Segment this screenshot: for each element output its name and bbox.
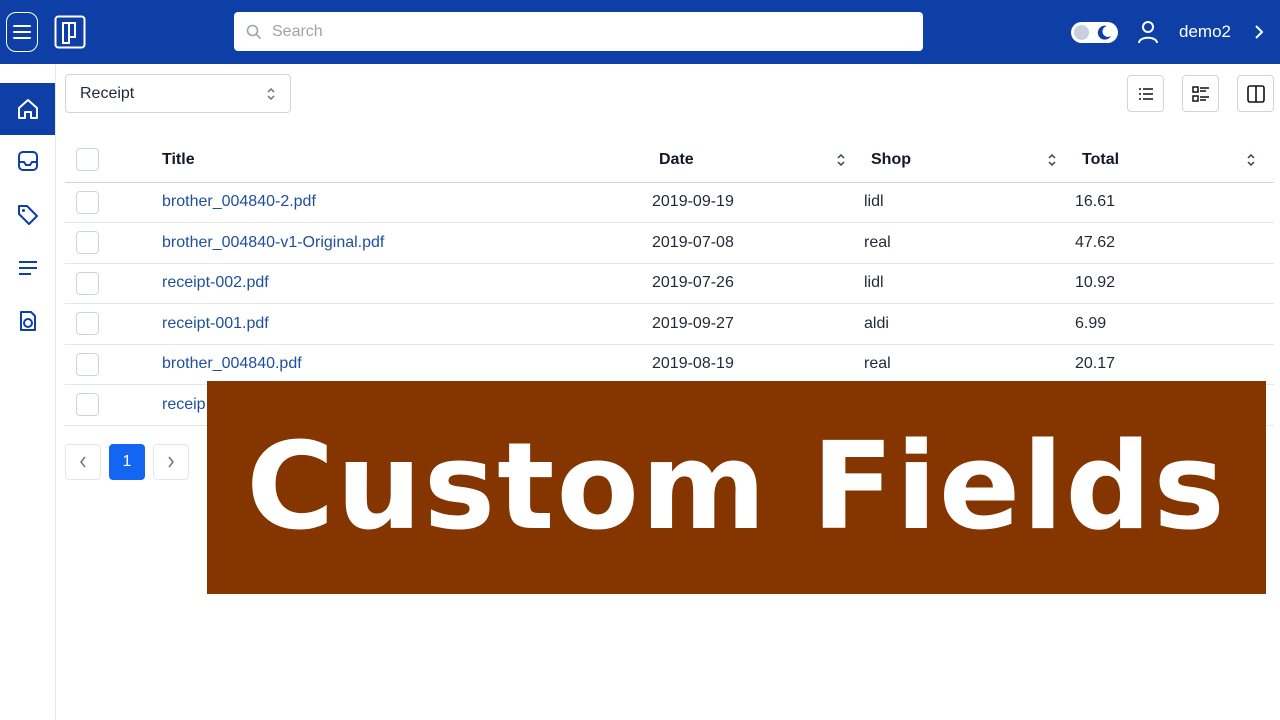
home-icon — [17, 99, 38, 119]
sidebar-item-document-types[interactable] — [0, 295, 55, 347]
column-header-shop-label: Shop — [871, 150, 911, 168]
row-checkbox[interactable] — [76, 190, 99, 214]
column-header-total[interactable]: Total — [1075, 138, 1274, 182]
document-date: 2019-07-26 — [652, 274, 734, 292]
sidebar-item-tags[interactable] — [0, 189, 55, 241]
table-row[interactable]: brother_004840-v1-Original.pdf 2019-07-0… — [65, 223, 1274, 263]
columns-view-button[interactable] — [1237, 75, 1274, 112]
columns-icon — [1246, 84, 1265, 103]
chevron-left-icon — [80, 456, 86, 468]
table-row[interactable]: receipt-002.pdf 2019-07-26 lidl 10.92 — [65, 263, 1274, 304]
title-banner: Custom Fields — [207, 381, 1266, 594]
toggle-knob — [1074, 25, 1089, 40]
document-title-link[interactable]: receipt-002.pdf — [162, 274, 269, 291]
list-view-icon — [1138, 87, 1153, 100]
user-icon[interactable] — [1137, 20, 1159, 44]
document-shop: real — [864, 355, 891, 373]
search-input[interactable] — [272, 22, 872, 41]
document-date: 2019-07-08 — [652, 233, 734, 251]
page-button-current[interactable]: 1 — [109, 444, 145, 480]
document-title-link[interactable]: brother_004840-2.pdf — [162, 193, 316, 210]
banner-text: Custom Fields — [246, 418, 1227, 557]
row-checkbox[interactable] — [76, 271, 99, 295]
document-total: 16.61 — [1075, 193, 1116, 211]
table-row[interactable]: brother_004840.pdf 2019-08-19 real 20.17 — [65, 344, 1274, 385]
search-box[interactable] — [234, 12, 923, 51]
sort-icon[interactable] — [836, 152, 846, 168]
sort-icon[interactable] — [1246, 152, 1256, 168]
document-total: 47.62 — [1075, 233, 1116, 251]
table-row[interactable]: receipt-001.pdf 2019-09-27 aldi 6.99 — [65, 304, 1274, 344]
detail-list-icon — [1191, 85, 1209, 102]
row-checkbox[interactable] — [76, 231, 99, 255]
previous-page-button[interactable] — [65, 444, 101, 480]
document-total: 20.17 — [1075, 355, 1116, 373]
table-row[interactable]: brother_004840-2.pdf 2019-09-19 lidl 16.… — [65, 182, 1274, 223]
tag-icon — [17, 205, 38, 225]
moon-icon — [1097, 25, 1111, 40]
logo-icon[interactable] — [54, 15, 86, 49]
document-total: 10.92 — [1075, 274, 1116, 292]
document-shop: aldi — [864, 314, 889, 332]
document-shop: lidl — [864, 193, 884, 211]
document-shop: real — [864, 233, 891, 251]
document-date: 2019-09-19 — [652, 193, 734, 211]
document-total: 6.99 — [1075, 314, 1107, 332]
document-date: 2019-09-27 — [652, 314, 734, 332]
document-title-link[interactable]: receip — [162, 396, 206, 413]
top-bar: demo2 — [0, 0, 1280, 64]
document-icon — [19, 311, 36, 331]
lines-icon — [18, 261, 37, 275]
document-date: 2019-08-19 — [652, 355, 734, 373]
menu-button[interactable] — [6, 12, 38, 52]
column-header-total-label: Total — [1082, 150, 1120, 168]
sort-icon[interactable] — [1047, 152, 1057, 168]
sidebar-item-list[interactable] — [0, 242, 55, 294]
row-checkbox[interactable] — [76, 312, 99, 336]
sidebar — [0, 64, 56, 720]
chevron-right-icon — [168, 456, 174, 468]
theme-toggle[interactable] — [1071, 22, 1118, 43]
select-value: Receipt — [80, 84, 135, 102]
column-header-date[interactable]: Date — [652, 138, 864, 182]
detail-list-view-button[interactable] — [1182, 75, 1219, 112]
column-header-date-label: Date — [659, 150, 694, 168]
select-all-checkbox[interactable] — [76, 148, 99, 172]
document-title-link[interactable]: brother_004840-v1-Original.pdf — [162, 234, 384, 251]
chevron-right-icon[interactable] — [1254, 24, 1264, 40]
document-shop: lidl — [864, 274, 884, 292]
username[interactable]: demo2 — [1179, 22, 1231, 42]
sidebar-item-inbox[interactable] — [0, 135, 55, 187]
row-checkbox[interactable] — [76, 352, 99, 376]
inbox-icon — [17, 151, 38, 171]
document-title-link[interactable]: receipt-001.pdf — [162, 315, 269, 332]
document-title-link[interactable]: brother_004840.pdf — [162, 355, 302, 372]
column-header-shop[interactable]: Shop — [864, 138, 1075, 182]
column-header-title[interactable]: Title — [162, 138, 652, 182]
select-arrows-icon — [267, 87, 275, 101]
list-view-button[interactable] — [1127, 75, 1164, 112]
row-checkbox[interactable] — [76, 393, 99, 417]
sidebar-item-home[interactable] — [0, 83, 55, 135]
document-type-select[interactable]: Receipt — [65, 74, 291, 113]
menu-icon — [13, 25, 31, 39]
search-icon — [246, 24, 262, 39]
table-header-row: Title Date Shop Total — [65, 138, 1274, 182]
next-page-button[interactable] — [153, 444, 189, 480]
